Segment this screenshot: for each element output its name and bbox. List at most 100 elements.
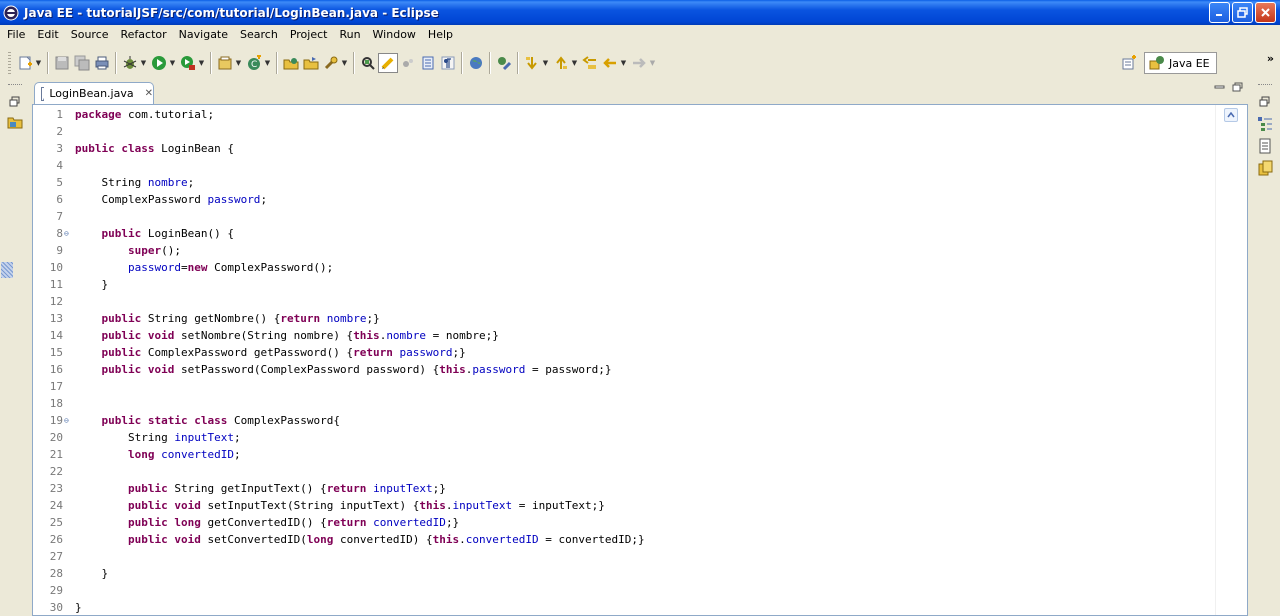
new-button[interactable] [15,53,35,73]
code-line[interactable]: 6 ComplexPassword password; [43,191,1213,208]
search-dropdown[interactable]: ▼ [341,53,348,73]
code-line[interactable]: 8 ⊖ public LoginBean() { [43,225,1213,242]
code-line[interactable]: 30} [43,599,1213,616]
code-line[interactable]: 9 super(); [43,242,1213,259]
code-line[interactable]: 19 ⊖ public static class ComplexPassword{ [43,412,1213,429]
menu-navigate[interactable]: Navigate [173,25,234,45]
code-line[interactable]: 16 public void setPassword(ComplexPasswo… [43,361,1213,378]
code-line[interactable]: 10 password=new ComplexPassword(); [43,259,1213,276]
debug-dropdown[interactable]: ▼ [140,53,147,73]
forward-button[interactable] [629,53,649,73]
back-dropdown[interactable]: ▼ [620,53,627,73]
toggle-mark-occurrences-button[interactable] [358,53,378,73]
task-list-trim-button[interactable] [1254,136,1276,156]
minimize-editor-icon[interactable] [1214,82,1226,92]
code-line[interactable]: 29 [43,582,1213,599]
previous-annotation-button[interactable] [551,53,571,73]
menu-source[interactable]: Source [65,25,115,45]
code-line[interactable]: 17 [43,378,1213,395]
debug-button[interactable] [120,53,140,73]
fold-toggle-icon[interactable]: ⊖ [63,412,75,429]
close-tab-icon[interactable]: ✕ [145,88,153,99]
show-source-button[interactable] [418,53,438,73]
search-button[interactable] [321,53,341,73]
print-button[interactable] [92,53,112,73]
menu-file[interactable]: File [1,25,31,45]
new-class-button[interactable]: C [244,53,264,73]
show-whitespace-button[interactable] [398,53,418,73]
menu-edit[interactable]: Edit [31,25,64,45]
overview-ruler[interactable] [1215,105,1247,615]
maximize-editor-icon[interactable] [1232,82,1244,92]
restore-right-views-button[interactable] [1254,92,1276,112]
next-annotation-button[interactable] [522,53,542,73]
code-line[interactable]: 13 public String getNombre() {return nom… [43,310,1213,327]
maximize-button[interactable] [1232,2,1253,23]
editor-text-area[interactable]: 1 package com.tutorial; 2 3 public class Log… [32,104,1248,616]
new-dropdown[interactable]: ▼ [35,53,42,73]
new-server-dropdown[interactable]: ▼ [235,53,242,73]
fold-toggle-icon[interactable]: ⊖ [63,225,75,242]
next-annotation-dropdown[interactable]: ▼ [542,53,549,73]
open-resource-button[interactable] [301,53,321,73]
toolbar-overflow-chevron[interactable]: » [1267,52,1274,65]
code-line[interactable]: 22 [43,463,1213,480]
code-line[interactable]: 15 public ComplexPassword getPassword() … [43,344,1213,361]
forward-dropdown[interactable]: ▼ [649,53,656,73]
menu-refactor[interactable]: Refactor [115,25,173,45]
restore-views-button[interactable] [4,92,26,112]
run-dropdown[interactable]: ▼ [169,53,176,73]
show-whitespace-characters-button[interactable] [438,53,458,73]
code-line[interactable]: 18 [43,395,1213,412]
open-task-button[interactable] [494,53,514,73]
code-line[interactable]: 24 public void setInputText(String input… [43,497,1213,514]
code-line[interactable]: 25 public long getConvertedID() {return … [43,514,1213,531]
outline-trim-button[interactable] [1254,114,1276,134]
open-perspective-button[interactable] [1118,52,1140,74]
code-line[interactable]: 14 public void setNombre(String nombre) … [43,327,1213,344]
perspective-java-ee[interactable]: Java EE [1144,52,1217,74]
external-tools-button[interactable] [178,53,198,73]
code-line[interactable]: 4 [43,157,1213,174]
menu-help[interactable]: Help [422,25,459,45]
web-browser-button[interactable] [466,53,486,73]
code-line[interactable]: 26 public void setConvertedID(long conve… [43,531,1213,548]
save-button[interactable] [52,53,72,73]
previous-annotation-dropdown[interactable]: ▼ [571,53,578,73]
code-line[interactable]: 3 public class LoginBean { [43,140,1213,157]
run-icon [152,56,166,70]
menu-project[interactable]: Project [284,25,334,45]
new-class-dropdown[interactable]: ▼ [264,53,271,73]
code-lines[interactable]: 1 package com.tutorial; 2 3 public class Log… [43,106,1213,616]
external-tools-dropdown[interactable]: ▼ [198,53,205,73]
code-line[interactable]: 28 } [43,565,1213,582]
code-line[interactable]: 2 [43,123,1213,140]
code-line[interactable]: 21 long convertedID; [43,446,1213,463]
code-line[interactable]: 20 String inputText; [43,429,1213,446]
code-line[interactable]: 5 String nombre; [43,174,1213,191]
toggle-block-selection-button[interactable] [378,53,398,73]
project-explorer-trim-button[interactable] [4,112,26,132]
open-type-button[interactable] [281,53,301,73]
save-all-button[interactable] [72,53,92,73]
run-button[interactable] [149,53,169,73]
code-line[interactable]: 1 package com.tutorial; [43,106,1213,123]
back-button[interactable] [600,53,620,73]
menu-run[interactable]: Run [333,25,366,45]
editor-tab-loginbean[interactable]: J LoginBean.java ✕ [34,82,154,104]
code-text: long convertedID; [75,446,241,463]
code-line[interactable]: 23 public String getInputText() {return … [43,480,1213,497]
close-button[interactable] [1255,2,1276,23]
last-edit-location-button[interactable] [580,53,600,73]
code-line[interactable]: 7 [43,208,1213,225]
code-line[interactable]: 27 [43,548,1213,565]
code-line[interactable]: 11 } [43,276,1213,293]
minimize-button[interactable] [1209,2,1230,23]
menu-search[interactable]: Search [234,25,284,45]
new-server-button[interactable] [215,53,235,73]
code-line[interactable]: 12 [43,293,1213,310]
servers-trim-button[interactable] [1254,158,1276,178]
scroll-up-arrow[interactable] [1224,108,1238,122]
menu-window[interactable]: Window [367,25,422,45]
